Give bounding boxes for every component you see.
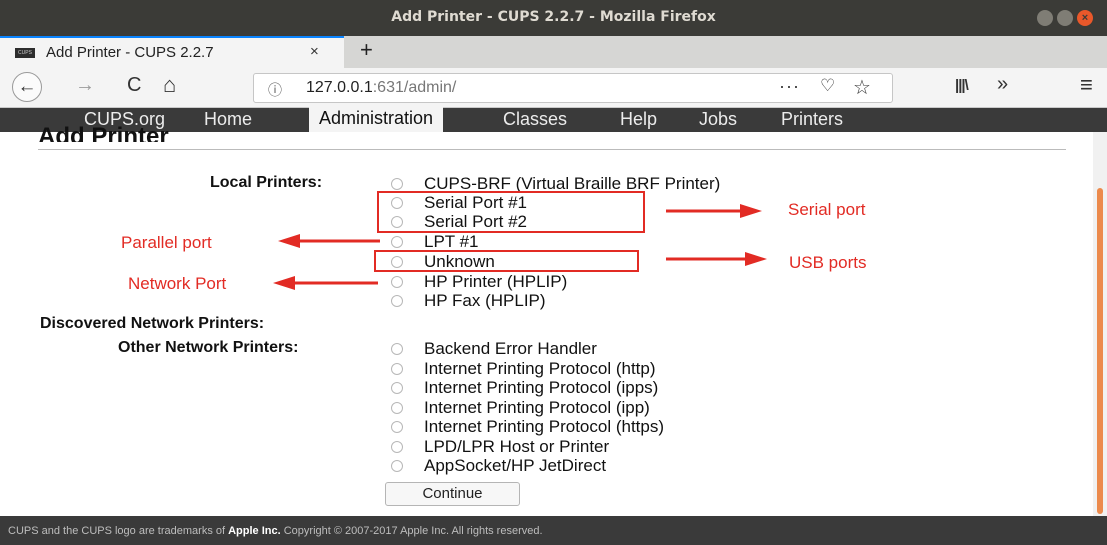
radio-button[interactable]	[391, 421, 403, 433]
option-label: LPT #1	[424, 232, 479, 251]
option-label: Internet Printing Protocol (ipp)	[424, 398, 650, 417]
navigation-toolbar: ← → C ⌂ ⓘ 127.0.0.1:631/admin/ ··· ♡ ☆ |…	[0, 68, 1107, 108]
page-scrollbar[interactable]	[1093, 132, 1107, 516]
menu-home[interactable]: Home	[204, 108, 252, 132]
option-label: HP Printer (HPLIP)	[424, 272, 568, 291]
tab-add-printer[interactable]: CUPS Add Printer - CUPS 2.2.7 ×	[0, 36, 344, 68]
usb-ports-annotation: USB ports	[789, 253, 867, 272]
footer-suffix: Copyright © 2007-2017 Apple Inc. All rig…	[280, 525, 543, 537]
library-icon[interactable]: |||\	[955, 77, 969, 94]
usb-port-highlight-box	[374, 250, 639, 272]
url-host: 127.0.0.1	[306, 79, 373, 96]
scrollbar-thumb[interactable]	[1097, 188, 1103, 514]
menu-administration[interactable]: Administration	[309, 106, 444, 134]
page-footer: CUPS and the CUPS logo are trademarks of…	[0, 516, 1107, 545]
new-tab-icon[interactable]: +	[360, 37, 373, 63]
menu-classes[interactable]: Classes	[503, 108, 567, 132]
radio-button[interactable]	[391, 343, 403, 355]
url-path: :631/admin/	[372, 79, 457, 96]
option-label: Internet Printing Protocol (http)	[424, 359, 656, 378]
radio-button[interactable]	[391, 460, 403, 472]
window-title: Add Printer - CUPS 2.2.7 - Mozilla Firef…	[391, 9, 716, 25]
option-label: HP Fax (HPLIP)	[424, 291, 546, 310]
forward-icon[interactable]: →	[75, 74, 95, 97]
other-network-printers-label: Other Network Printers:	[118, 339, 299, 356]
home-icon[interactable]: ⌂	[163, 72, 176, 98]
page-title: Add Printer	[38, 126, 169, 142]
discovered-network-printers-label: Discovered Network Printers:	[40, 315, 265, 332]
network-port-annotation: Network Port	[128, 274, 227, 293]
radio-button[interactable]	[391, 276, 403, 288]
continue-button[interactable]: Continue	[385, 482, 520, 506]
option-label: AppSocket/HP JetDirect	[424, 456, 607, 475]
hamburger-menu-icon[interactable]: ≡	[1080, 72, 1093, 98]
radio-button[interactable]	[391, 382, 403, 394]
back-icon[interactable]: ←	[12, 72, 42, 102]
option-label: Internet Printing Protocol (https)	[424, 417, 665, 436]
url-bar[interactable]: ⓘ 127.0.0.1:631/admin/ ··· ♡ ☆	[253, 73, 893, 103]
window-title-bar: Add Printer - CUPS 2.2.7 - Mozilla Firef…	[0, 0, 1107, 36]
maximize-button[interactable]	[1057, 10, 1073, 26]
url-text[interactable]: 127.0.0.1:631/admin/	[306, 79, 456, 97]
tab-close-icon[interactable]: ×	[310, 43, 319, 60]
pocket-icon[interactable]: ♡	[820, 76, 835, 96]
tab-bar: CUPS Add Printer - CUPS 2.2.7 × +	[0, 36, 1107, 68]
serial-port-annotation: Serial port	[788, 200, 866, 219]
parallel-port-annotation: Parallel port	[121, 233, 212, 252]
footer-apple-link[interactable]: Apple Inc.	[228, 525, 281, 537]
radio-button[interactable]	[391, 363, 403, 375]
footer-text: CUPS and the CUPS logo are trademarks of…	[8, 525, 543, 537]
footer-prefix: CUPS and the CUPS logo are trademarks of	[8, 525, 229, 537]
radio-button[interactable]	[391, 402, 403, 414]
radio-button[interactable]	[391, 295, 403, 307]
local-printers-label: Local Printers:	[210, 174, 323, 191]
menu-help[interactable]: Help	[620, 108, 657, 132]
option-label: Internet Printing Protocol (ipps)	[424, 378, 659, 397]
radio-button[interactable]	[391, 178, 403, 190]
serial-port-highlight-box	[377, 191, 645, 233]
reload-icon[interactable]: C	[127, 74, 141, 97]
heading-divider	[38, 149, 1066, 150]
menu-printers[interactable]: Printers	[781, 108, 843, 132]
info-icon[interactable]: ⓘ	[268, 80, 282, 100]
page-actions-icon[interactable]: ···	[779, 76, 800, 97]
bookmark-star-icon[interactable]: ☆	[853, 75, 871, 100]
menu-jobs[interactable]: Jobs	[699, 108, 737, 132]
radio-button[interactable]	[391, 441, 403, 453]
page-content: Add Printer Local Printers: CUPS-BRF (Vi…	[0, 126, 1093, 516]
tab-title: Add Printer - CUPS 2.2.7	[46, 44, 214, 61]
option-label: LPD/LPR Host or Printer	[424, 437, 610, 456]
option-label: Backend Error Handler	[424, 339, 597, 358]
close-window-button[interactable]: ×	[1077, 10, 1093, 26]
minimize-button[interactable]	[1037, 10, 1053, 26]
radio-button[interactable]	[391, 236, 403, 248]
overflow-icon[interactable]: »	[997, 73, 1008, 96]
cups-favicon-icon: CUPS	[15, 48, 35, 58]
